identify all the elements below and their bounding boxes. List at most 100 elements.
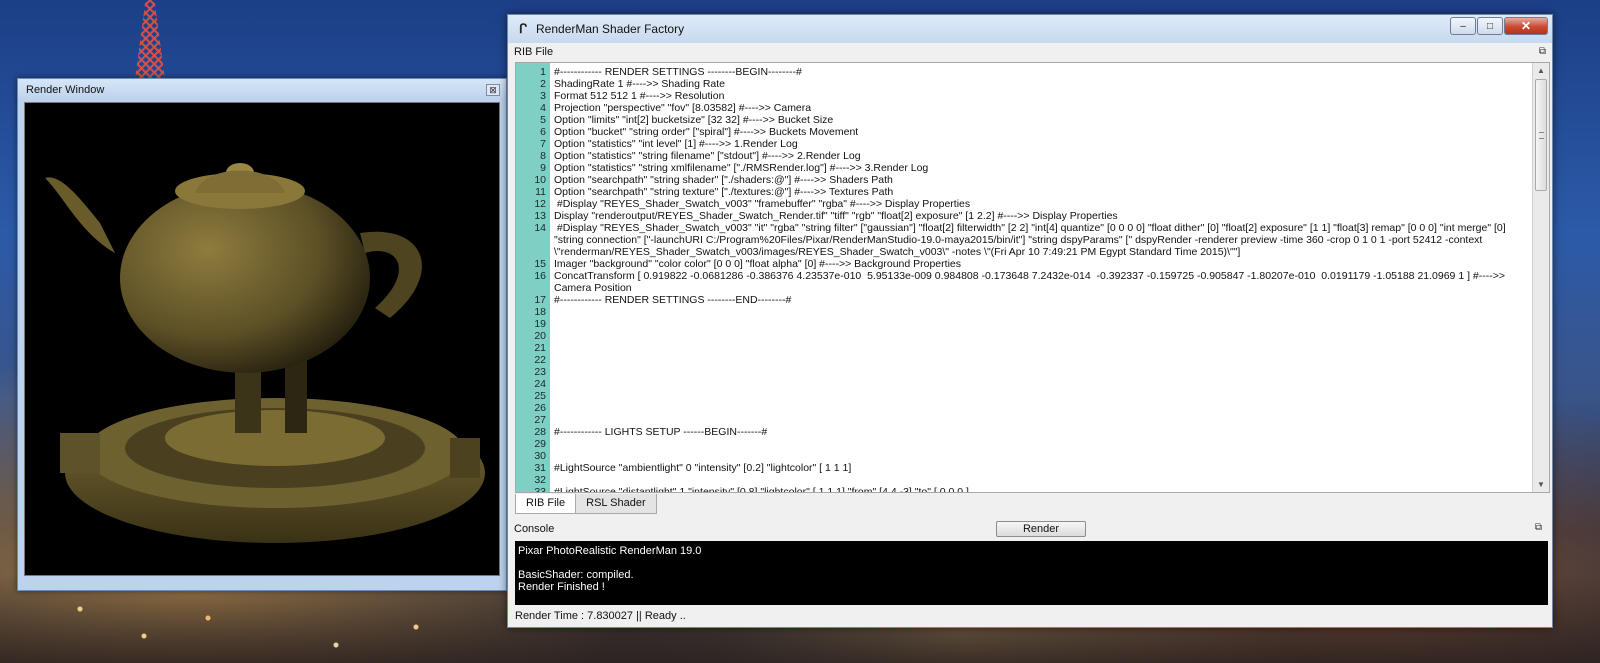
render-canvas	[24, 102, 500, 576]
code-line[interactable]: 27	[516, 414, 1532, 426]
line-text	[550, 378, 554, 390]
line-text: Option "statistics" "string filename" ["…	[554, 150, 861, 162]
line-number: 30	[534, 450, 546, 462]
line-text: ShadingRate 1 #---->> Shading Rate	[554, 78, 726, 90]
code-line[interactable]: 19	[516, 318, 1532, 330]
code-line[interactable]: 26	[516, 402, 1532, 414]
status-bar: Render Time : 7.830027 || Ready ..	[515, 607, 686, 625]
code-line[interactable]: 25	[516, 390, 1532, 402]
code-line[interactable]: 31 #LightSource "ambientlight" 0 "intensi…	[516, 462, 1532, 474]
console-line: Pixar PhotoRealistic RenderMan 19.0	[518, 545, 702, 557]
line-text: Option "statistics" "string xmlfilename"…	[554, 162, 929, 174]
teapot-render-image	[45, 163, 485, 543]
desktop-eiffel-tower	[135, 0, 165, 80]
line-number: 13	[534, 210, 546, 222]
line-text: ConcatTransform [ 0.919822 -0.0681286 -0…	[554, 270, 1508, 294]
line-number: 9	[540, 162, 546, 174]
line-text: Format 512 512 1 #---->> Resolution	[554, 90, 725, 102]
line-text: #Display "REYES_Shader_Swatch_v003" "fra…	[554, 198, 971, 210]
line-text	[550, 330, 554, 342]
code-line[interactable]: 22	[516, 354, 1532, 366]
code-line[interactable]: 6 Option "bucket" "string order" ["spiral…	[516, 126, 1532, 138]
editor-vertical-scrollbar[interactable]: ▲ ▼	[1532, 63, 1549, 492]
code-line[interactable]: 28 #------------ LIGHTS SETUP ------BEGIN…	[516, 426, 1532, 438]
line-number: 32	[534, 474, 546, 486]
code-line[interactable]: 13 Display "renderoutput/REYES_Shader_Swa…	[516, 210, 1532, 222]
code-line[interactable]: 21	[516, 342, 1532, 354]
code-line[interactable]: 12 #Display "REYES_Shader_Swatch_v003" "…	[516, 198, 1532, 210]
render-window-titlebar[interactable]: Render Window ⊠	[18, 79, 506, 101]
code-line[interactable]: 3 Format 512 512 1 #---->> Resolution	[516, 90, 1532, 102]
line-text	[550, 342, 554, 354]
float-dock-icon[interactable]: ⧉	[1535, 522, 1542, 533]
scroll-down-icon[interactable]: ▼	[1533, 477, 1549, 492]
line-number: 17	[534, 294, 546, 306]
line-number: 26	[534, 402, 546, 414]
line-text: #LightSource "distantlight" 1 "intensity…	[554, 486, 969, 493]
line-number: 12	[534, 198, 546, 210]
code-line[interactable]: 11 Option "searchpath" "string texture" […	[516, 186, 1532, 198]
code-line[interactable]: 15 Imager "background" "color color" [0 0…	[516, 258, 1532, 270]
line-number: 19	[534, 318, 546, 330]
status-text: Render Time : 7.830027 || Ready ..	[515, 610, 686, 622]
line-text: Option "statistics" "int level" [1] #---…	[554, 138, 798, 150]
scrollbar-thumb[interactable]	[1535, 79, 1547, 191]
line-number: 7	[540, 138, 546, 150]
line-number: 6	[540, 126, 546, 138]
rib-code-editor[interactable]: 1 #------------ RENDER SETTINGS --------B…	[515, 62, 1550, 493]
render-button[interactable]: Render	[996, 521, 1086, 537]
console-line: BasicShader: compiled.	[518, 569, 634, 581]
code-line[interactable]: 5 Option "limits" "int[2] bucketsize" [32…	[516, 114, 1532, 126]
line-text	[550, 354, 554, 366]
line-number: 3	[540, 90, 546, 102]
shader-factory-titlebar[interactable]: ᒋ RenderMan Shader Factory – □ ✕	[508, 15, 1552, 43]
code-line[interactable]: 7 Option "statistics" "int level" [1] #--…	[516, 138, 1532, 150]
line-text	[550, 414, 554, 426]
line-number: 15	[534, 258, 546, 270]
code-line[interactable]: 14 #Display "REYES_Shader_Swatch_v003" "…	[516, 222, 1532, 258]
line-text	[550, 402, 554, 414]
line-text: Option "limits" "int[2] bucketsize" [32 …	[554, 114, 834, 126]
code-line[interactable]: 8 Option "statistics" "string filename" […	[516, 150, 1532, 162]
code-line[interactable]: 10 Option "searchpath" "string shader" ["…	[516, 174, 1532, 186]
code-line[interactable]: 9 Option "statistics" "string xmlfilename…	[516, 162, 1532, 174]
code-line[interactable]: 23	[516, 366, 1532, 378]
code-line[interactable]: 16 ConcatTransform [ 0.919822 -0.0681286 …	[516, 270, 1532, 294]
close-icon[interactable]: ⊠	[486, 84, 500, 96]
line-text: #Display "REYES_Shader_Swatch_v003" "it"…	[554, 222, 1509, 258]
code-line[interactable]: 20	[516, 330, 1532, 342]
code-line[interactable]: 29	[516, 438, 1532, 450]
minimize-button[interactable]: –	[1450, 17, 1476, 35]
line-number: 23	[534, 366, 546, 378]
scroll-up-icon[interactable]: ▲	[1533, 63, 1549, 78]
close-button[interactable]: ✕	[1504, 17, 1548, 35]
float-dock-icon[interactable]: ⧉	[1539, 46, 1546, 57]
maximize-button[interactable]: □	[1477, 17, 1503, 35]
code-line[interactable]: 17 #------------ RENDER SETTINGS --------…	[516, 294, 1532, 306]
code-line[interactable]: 1 #------------ RENDER SETTINGS --------B…	[516, 66, 1532, 78]
window-controls: – □ ✕	[1449, 17, 1548, 35]
window-title: RenderMan Shader Factory	[536, 22, 685, 36]
line-text: Option "searchpath" "string texture" [".…	[554, 186, 894, 198]
line-number: 10	[534, 174, 546, 186]
line-number: 11	[535, 186, 546, 198]
line-number: 14	[534, 222, 546, 234]
line-number: 29	[534, 438, 546, 450]
code-line[interactable]: 4 Projection "perspective" "fov" [8.03582…	[516, 102, 1532, 114]
code-line[interactable]: 2 ShadingRate 1 #---->> Shading Rate	[516, 78, 1532, 90]
tab-rib-file[interactable]: RIB File	[515, 494, 577, 514]
tab-rsl-shader[interactable]: RSL Shader	[575, 494, 657, 514]
code-line[interactable]: 32	[516, 474, 1532, 486]
code-line[interactable]: 18	[516, 306, 1532, 318]
console-line: Render Finished !	[518, 581, 605, 593]
line-text: Option "searchpath" "string shader" ["./…	[554, 174, 893, 186]
line-number: 27	[534, 414, 546, 426]
line-number: 8	[540, 150, 546, 162]
code-line[interactable]: 33 #LightSource "distantlight" 1 "intensi…	[516, 486, 1532, 493]
code-line[interactable]: 24	[516, 378, 1532, 390]
code-line[interactable]: 30	[516, 450, 1532, 462]
line-number: 21	[534, 342, 546, 354]
shader-factory-window: ᒋ RenderMan Shader Factory – □ ✕ RIB Fil…	[507, 14, 1553, 628]
line-text	[550, 438, 554, 450]
line-text: #LightSource "ambientlight" 0 "intensity…	[554, 462, 852, 474]
